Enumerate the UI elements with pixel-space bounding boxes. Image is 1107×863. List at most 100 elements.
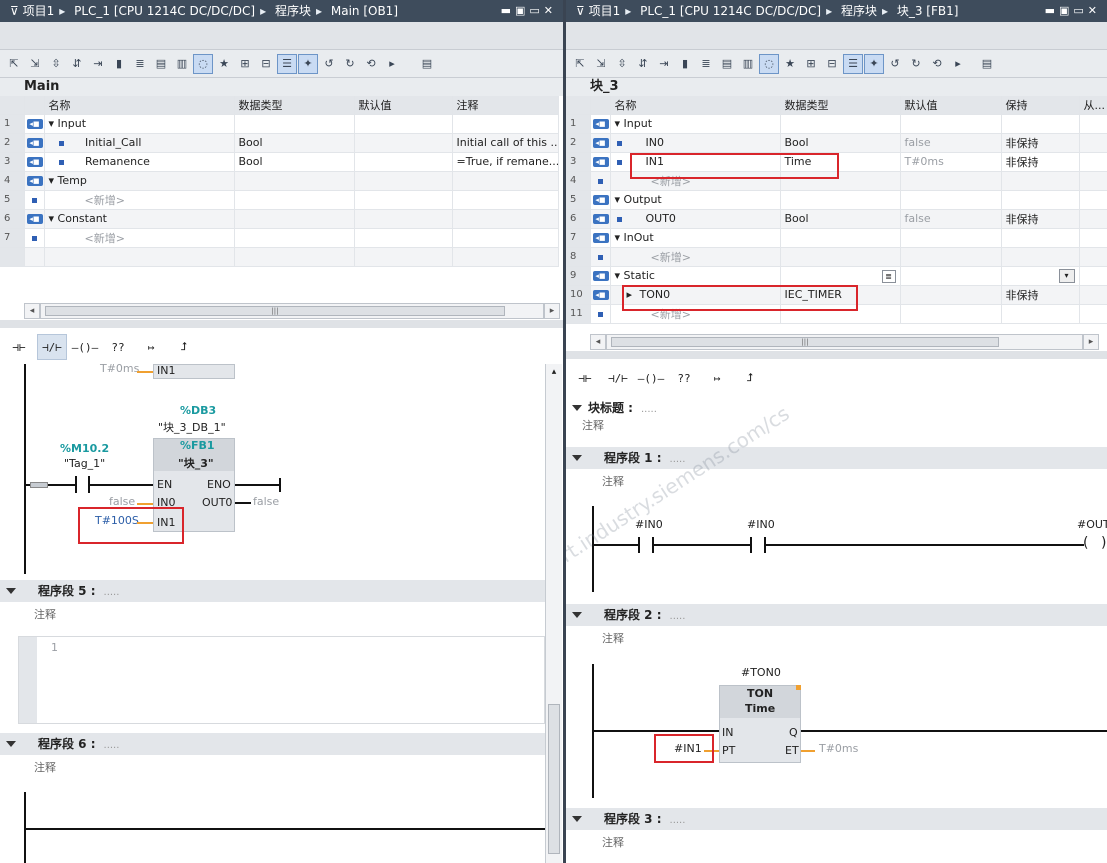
network-comment[interactable]: 注释 <box>586 628 624 650</box>
vertical-scrollbar[interactable]: ▴ <box>545 364 562 863</box>
expand-arrow-icon[interactable]: ▾ <box>615 231 624 244</box>
list-icon[interactable]: ≣ <box>130 54 150 74</box>
collapse-icon[interactable] <box>572 816 582 822</box>
network-comment[interactable]: 注释 <box>18 604 545 626</box>
table-row[interactable]: 2 ◂■ Initial_Call Bool Initial call of th… <box>0 133 559 153</box>
network-6-header[interactable]: 程序段 6 :..... <box>0 733 545 755</box>
collapse-icon[interactable] <box>6 588 16 594</box>
delete-network-icon[interactable]: ⇵ <box>67 54 87 74</box>
open-all-icon[interactable]: ▤ <box>151 54 171 74</box>
comment-icon[interactable]: ◌ <box>193 53 213 74</box>
empty-box-icon[interactable]: ?? <box>669 365 699 391</box>
block-comment[interactable]: 注释 <box>566 415 604 437</box>
table-row[interactable]: 6 ◂■ OUT0 Bool false 非保持 <box>566 209 1107 229</box>
scroll-up-icon[interactable]: ▴ <box>546 367 562 381</box>
monitor-icon[interactable]: ▮ <box>109 54 129 74</box>
table-row[interactable]: 6 ◂■ ▾ Constant <box>0 209 559 229</box>
more-icon[interactable]: ▸ <box>948 54 968 74</box>
layout-icon[interactable]: ▤ <box>977 54 997 74</box>
go-offline-icon[interactable]: ↻ <box>340 54 360 74</box>
table-row[interactable]: 7 <新增> <box>0 228 559 248</box>
expand-arrow-icon[interactable]: ▾ <box>49 174 58 187</box>
col-from[interactable]: 从... <box>1079 96 1107 115</box>
breadcrumb-2[interactable]: PLC_1 [CPU 1214C DC/DC/DC] <box>74 4 255 18</box>
no-contact-icon[interactable]: ⊣⊢ <box>4 334 34 360</box>
contact-symbol[interactable] <box>750 537 752 553</box>
collapse-icon[interactable] <box>6 741 16 747</box>
contact-symbol[interactable] <box>638 537 640 553</box>
col-retain[interactable]: 保持 <box>1001 96 1080 115</box>
open-branch-icon[interactable]: ↦ <box>136 334 166 360</box>
monitor-icon[interactable]: ▮ <box>675 54 695 74</box>
close-all-icon[interactable]: ▥ <box>172 54 192 74</box>
scroll-right-icon[interactable]: ▸ <box>1083 334 1099 350</box>
scroll-left-icon[interactable]: ◂ <box>24 303 40 319</box>
breadcrumb-4[interactable]: Main [OB1] <box>331 4 398 18</box>
empty-box-icon[interactable]: ?? <box>103 334 133 360</box>
close-all-icon[interactable]: ▥ <box>738 54 758 74</box>
table-row[interactable]: 5 <新增> <box>0 190 559 210</box>
scroll-left-icon[interactable]: ◂ <box>590 334 606 350</box>
expand-arrow-icon[interactable]: ▾ <box>49 117 58 130</box>
col-default[interactable]: 默认值 <box>354 96 453 115</box>
pin-icon[interactable]: ⊽ <box>10 4 23 18</box>
collapse-icon[interactable] <box>572 405 582 411</box>
favorites-icon[interactable]: ★ <box>214 54 234 74</box>
list-view-icon[interactable]: ☰ <box>277 53 297 74</box>
scl-editor[interactable]: 1 <box>18 636 545 724</box>
collapse-icon[interactable] <box>572 612 582 618</box>
refresh-icon[interactable]: ⟲ <box>361 54 381 74</box>
network-5-header[interactable]: 程序段 5 :..... <box>0 580 545 602</box>
db-name[interactable]: "块_3_DB_1" <box>158 419 226 435</box>
insert-row-icon[interactable]: ⇱ <box>4 54 24 74</box>
coil-icon[interactable]: –()– <box>636 365 666 391</box>
table-row[interactable]: 1 ◂■ ▾ Input <box>0 114 559 134</box>
table-row[interactable]: 1 ◂■ ▾ Input <box>566 114 1107 134</box>
close-branch-icon[interactable]: ⮥ <box>735 365 765 391</box>
block-title-header[interactable]: 块标题 :..... <box>566 397 1107 419</box>
contact-symbol[interactable] <box>75 476 77 493</box>
network-3-header[interactable]: 程序段 3 :..... <box>566 808 1107 830</box>
expand-arrow-icon[interactable]: ▾ <box>615 193 624 206</box>
go-online-icon[interactable]: ↺ <box>885 54 905 74</box>
insert-network-icon[interactable]: ⇳ <box>46 54 66 74</box>
breadcrumb-3[interactable]: 程序块 <box>275 4 311 18</box>
go-online-icon[interactable]: ↺ <box>319 54 339 74</box>
compile-icon[interactable]: ⇥ <box>654 54 674 74</box>
nc-contact-icon[interactable]: ⊣/⊢ <box>37 334 67 360</box>
delete-row-icon[interactable]: ⇲ <box>25 54 45 74</box>
network-2-header[interactable]: 程序段 2 :..... <box>566 604 1107 626</box>
star-toggle-icon[interactable]: ✦ <box>864 53 884 74</box>
horizontal-scrollbar[interactable]: ||| <box>606 334 1083 350</box>
pin-icon[interactable]: ⊽ <box>576 4 589 18</box>
open-all-icon[interactable]: ▤ <box>717 54 737 74</box>
insert-network-icon[interactable]: ⇳ <box>612 54 632 74</box>
absolute-address-icon[interactable]: ⊞ <box>801 54 821 74</box>
favorites-icon[interactable]: ★ <box>780 54 800 74</box>
delete-row-icon[interactable]: ⇲ <box>591 54 611 74</box>
expand-arrow-icon[interactable]: ▾ <box>615 269 624 282</box>
table-row[interactable]: 9 ◂■ ▾ Static ≣ ▾ <box>566 266 1107 286</box>
coil-icon[interactable]: –()– <box>70 334 100 360</box>
network-comment[interactable]: 注释 <box>18 757 545 779</box>
expand-arrow-icon[interactable]: ▾ <box>615 117 624 130</box>
network-comment[interactable]: 注释 <box>586 832 624 854</box>
close-branch-icon[interactable]: ⮥ <box>169 334 199 360</box>
horizontal-scrollbar[interactable]: ||| <box>40 303 544 319</box>
go-offline-icon[interactable]: ↻ <box>906 54 926 74</box>
contact-name[interactable]: "Tag_1" <box>64 457 105 470</box>
window-buttons[interactable]: ▬▣▭✕ <box>501 0 557 22</box>
table-row[interactable]: 5 ◂■ ▾ Output <box>566 190 1107 210</box>
star-toggle-icon[interactable]: ✦ <box>298 53 318 74</box>
col-default[interactable]: 默认值 <box>900 96 1002 115</box>
absolute-address-icon[interactable]: ⊞ <box>235 54 255 74</box>
table-row[interactable]: 3 ◂■ Remanence Bool =True, if remane... <box>0 152 559 172</box>
list-view-icon[interactable]: ☰ <box>843 53 863 74</box>
browse-icon[interactable]: ≣ <box>881 269 896 283</box>
col-name[interactable]: 名称 <box>610 96 781 115</box>
network-comment[interactable]: 注释 <box>586 471 624 493</box>
col-name[interactable]: 名称 <box>44 96 235 115</box>
expand-arrow-icon[interactable]: ▾ <box>49 212 58 225</box>
dropdown-icon[interactable]: ▾ <box>1058 269 1075 283</box>
operand-info-icon[interactable]: ⊟ <box>822 54 842 74</box>
